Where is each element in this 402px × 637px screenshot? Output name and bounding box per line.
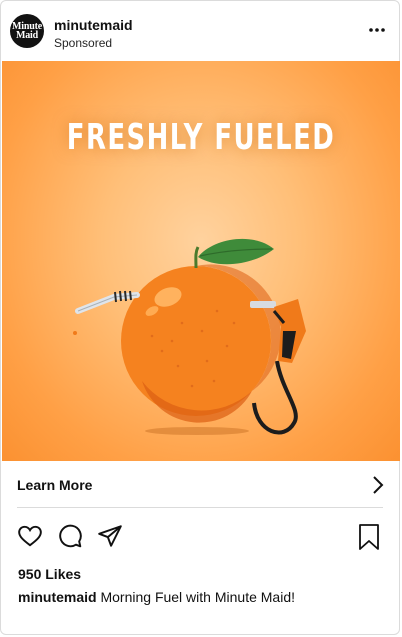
bookmark-icon[interactable] [357, 523, 381, 551]
post-actions [17, 523, 387, 551]
comment-icon[interactable] [57, 523, 83, 549]
more-options-icon[interactable] [367, 23, 387, 37]
chevron-right-icon [373, 476, 384, 494]
avatar-text-line2: Maid [16, 30, 38, 41]
likes-count[interactable]: 950 Likes [18, 566, 81, 582]
learn-more-button[interactable]: Learn More [17, 463, 384, 508]
orange-icon [121, 264, 281, 423]
leaf-icon [198, 238, 274, 265]
caption-username[interactable]: minutemaid [18, 589, 97, 605]
sponsored-label: Sponsored [54, 36, 113, 50]
heart-icon[interactable] [17, 523, 43, 549]
sponsored-post-card: Minute Maid minutemaid Sponsored FRESHLY… [0, 0, 400, 635]
post-caption: minutemaid Morning Fuel with Minute Maid… [18, 589, 295, 605]
ad-image[interactable]: FRESHLY FUELED [2, 61, 400, 461]
share-icon[interactable] [97, 523, 123, 549]
ad-illustration [73, 238, 306, 435]
learn-more-label: Learn More [17, 477, 93, 493]
caption-text: Morning Fuel with Minute Maid! [100, 589, 295, 605]
account-username[interactable]: minutemaid [54, 17, 133, 33]
avatar[interactable]: Minute Maid [10, 14, 44, 48]
post-header: Minute Maid minutemaid Sponsored [1, 1, 401, 61]
